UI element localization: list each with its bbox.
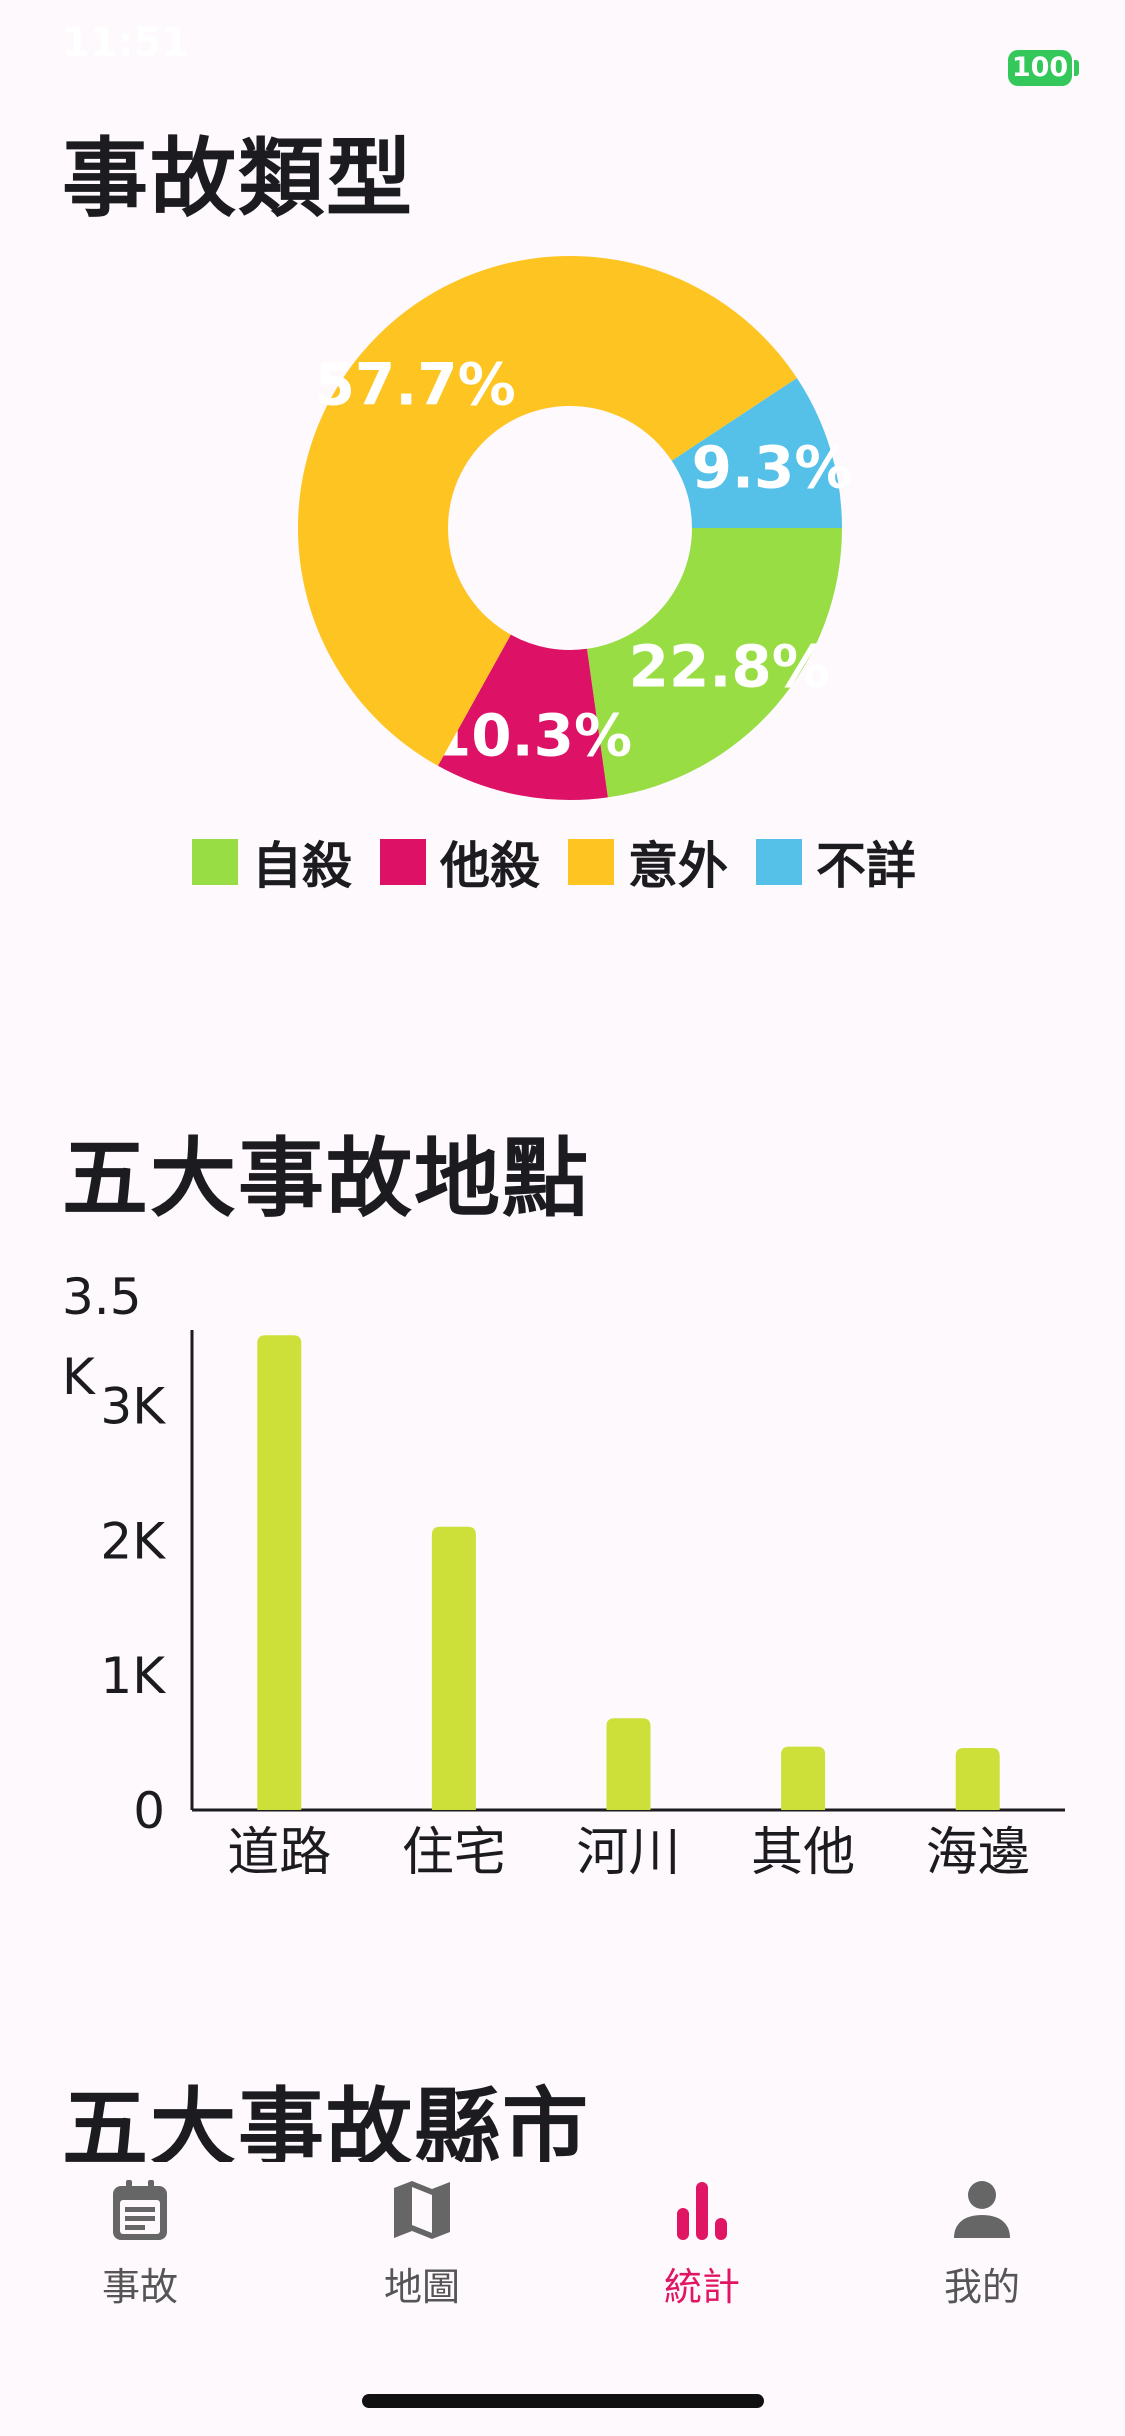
section-title-top-places: 五大事故地點 bbox=[62, 1129, 590, 1229]
battery-tip bbox=[1074, 60, 1079, 76]
chart-legend: 自殺 他殺 意外 不詳 bbox=[192, 826, 944, 898]
battery-icon: 100 bbox=[1008, 50, 1072, 86]
top-places-bar-chart: 01K2K3K3.5 K道路 住宅 河川 其他 海邊 bbox=[62, 1268, 1065, 1883]
accident-type-donut-chart: 22.8%10.3%57.7%9.3% bbox=[298, 256, 853, 801]
bar-3 bbox=[606, 1718, 651, 1810]
tab-label: 我的 bbox=[943, 2265, 1020, 2309]
bar-4 bbox=[781, 1746, 826, 1810]
bar-chart-icon bbox=[677, 2182, 727, 2240]
legend-swatch bbox=[380, 839, 426, 885]
tab-label: 統計 bbox=[663, 2265, 740, 2309]
donut-data-label: 57.7% bbox=[315, 351, 516, 419]
person-icon bbox=[954, 2181, 1010, 2238]
x-tick-label: 其他 bbox=[751, 1823, 855, 1883]
legend-swatch bbox=[192, 839, 238, 885]
bar-5 bbox=[955, 1747, 1000, 1810]
status-bar: 11:51 100 bbox=[0, 0, 1125, 110]
tab-label: 地圖 bbox=[383, 2265, 460, 2309]
legend-item: 意外 bbox=[568, 826, 728, 898]
map-icon bbox=[394, 2181, 450, 2239]
bar-1 bbox=[257, 1335, 302, 1810]
legend-label: 他殺 bbox=[440, 837, 540, 895]
x-tick-label: 海邊 bbox=[926, 1823, 1030, 1883]
section-title-accident-types: 事故類型 bbox=[62, 129, 414, 229]
x-tick-label: 住宅 bbox=[402, 1823, 506, 1883]
bar-2 bbox=[431, 1526, 476, 1810]
tab-map[interactable]: 地圖 bbox=[322, 2178, 522, 2348]
tab-statistics[interactable]: 統計 bbox=[602, 2178, 802, 2348]
legend-item: 自殺 bbox=[192, 826, 352, 898]
legend-swatch bbox=[756, 839, 802, 885]
tab-profile[interactable]: 我的 bbox=[882, 2178, 1082, 2348]
tab-accidents[interactable]: 事故 bbox=[40, 2178, 240, 2348]
legend-label: 意外 bbox=[628, 837, 728, 895]
legend-item: 不詳 bbox=[756, 826, 916, 898]
y-tick-label: 0 bbox=[133, 1782, 165, 1840]
tab-label: 事故 bbox=[101, 2265, 178, 2309]
legend-label: 不詳 bbox=[816, 837, 916, 895]
calendar-icon bbox=[113, 2180, 167, 2240]
y-tick-label: 1K bbox=[100, 1647, 166, 1705]
x-tick-label: 河川 bbox=[576, 1823, 680, 1883]
donut-data-label: 9.3% bbox=[692, 433, 853, 501]
legend-label: 自殺 bbox=[252, 837, 352, 895]
donut-data-label: 22.8% bbox=[629, 632, 830, 700]
y-tick-label: 2K bbox=[100, 1512, 166, 1570]
home-indicator bbox=[362, 2394, 764, 2408]
y-tick-label: 3K bbox=[100, 1377, 166, 1435]
x-tick-label: 道路 bbox=[227, 1823, 331, 1883]
legend-item: 他殺 bbox=[380, 826, 540, 898]
status-time: 11:51 bbox=[62, 20, 190, 66]
legend-swatch bbox=[568, 839, 614, 885]
